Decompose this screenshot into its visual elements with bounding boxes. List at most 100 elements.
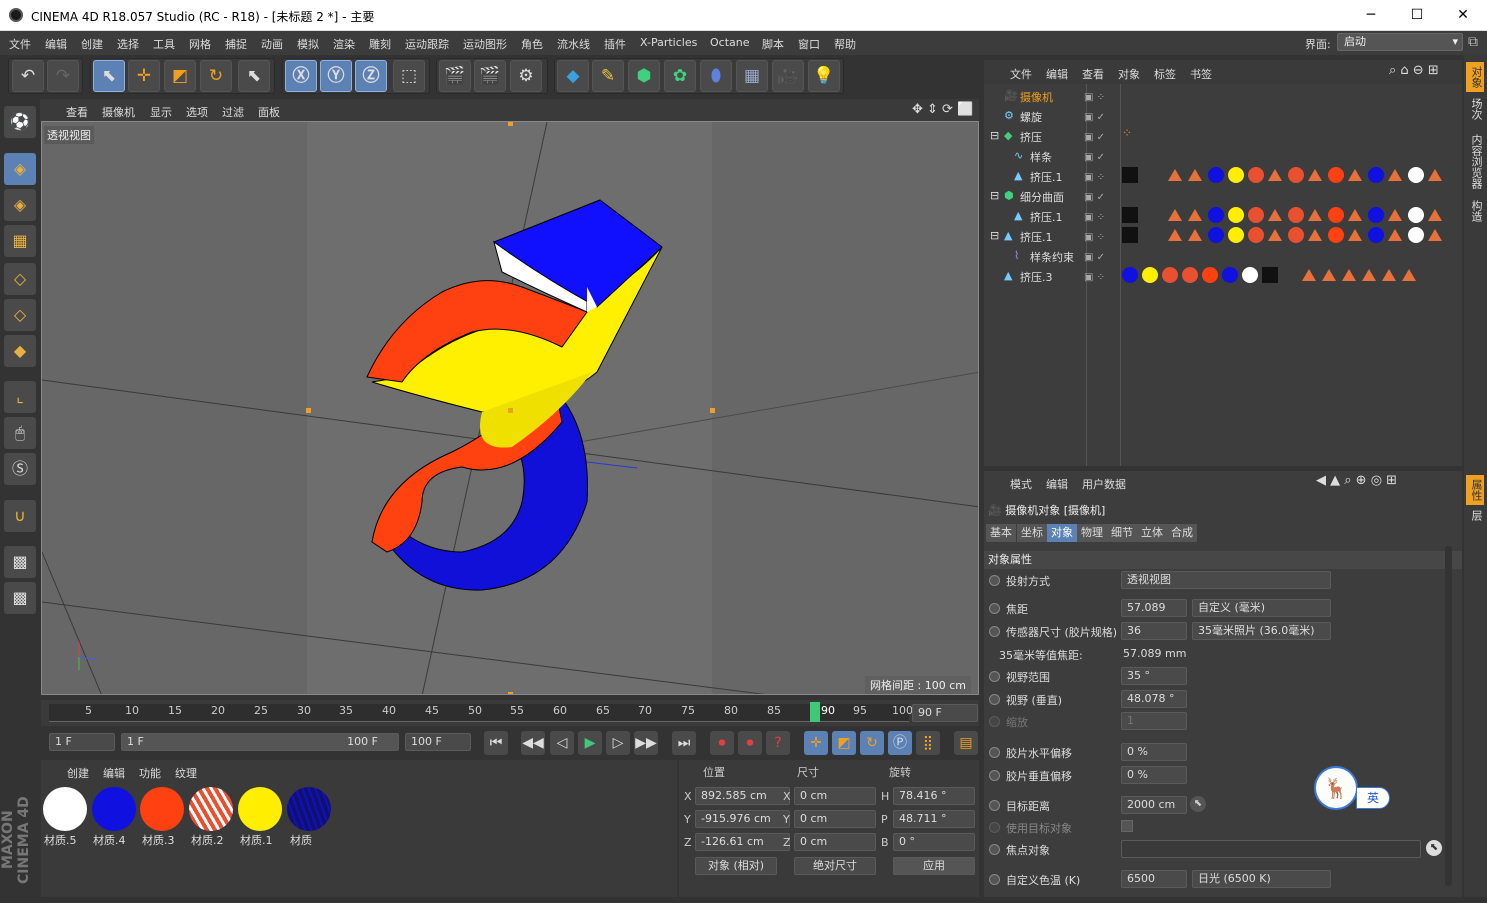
material-tag-icon[interactable] — [1122, 267, 1138, 283]
material-tag-icon[interactable] — [1208, 167, 1224, 183]
viewport-3d[interactable] — [41, 121, 979, 695]
side-tab-attributes[interactable]: 属性 — [1466, 475, 1484, 505]
z-axis-icon[interactable]: Ⓩ — [355, 60, 387, 92]
size-y-field[interactable]: 0 cm — [794, 810, 876, 828]
selection-tag-icon[interactable] — [1188, 209, 1202, 221]
key-rotation-icon[interactable]: ↻ — [860, 731, 884, 755]
side-tab-objects[interactable]: 对象 — [1466, 62, 1484, 92]
material-tag-icon[interactable] — [1328, 207, 1344, 223]
menu-pipeline[interactable]: 流水线 — [557, 36, 590, 52]
coordinate-system-icon[interactable]: ⬚ — [393, 60, 425, 92]
scale-icon[interactable]: ◩ — [164, 60, 196, 92]
ime-logo-icon[interactable]: 🦌 — [1314, 766, 1358, 810]
mat-menu-create[interactable]: 创建 — [67, 765, 89, 781]
selection-tag-icon[interactable] — [1188, 229, 1202, 241]
viewport-label[interactable]: 透视视图 — [44, 126, 94, 144]
end-frame-field[interactable]: 100 F — [405, 733, 471, 751]
rotation-p-field[interactable]: 48.711 ° — [893, 810, 975, 828]
material-tag-icon[interactable] — [1288, 227, 1304, 243]
vp-menu-camera[interactable]: 摄像机 — [102, 104, 135, 120]
material-tag-icon[interactable] — [1228, 227, 1244, 243]
tab-coord[interactable]: 坐标 — [1017, 524, 1047, 542]
film-offset-x-field[interactable]: 0 % — [1121, 743, 1187, 761]
points-mode-icon[interactable]: ◇ — [4, 263, 36, 295]
menu-plugins[interactable]: 插件 — [604, 36, 626, 52]
uvw-tag-icon[interactable] — [1262, 267, 1278, 283]
menu-sculpt[interactable]: 雕刻 — [369, 36, 391, 52]
side-tab-content-browser[interactable]: 内容浏览器 — [1466, 134, 1484, 189]
material-tags-row[interactable] — [1122, 167, 1442, 185]
side-tab-layers[interactable]: 层 — [1466, 510, 1484, 521]
fov-field[interactable]: 35 ° — [1121, 667, 1187, 685]
material-tag-icon[interactable] — [1328, 227, 1344, 243]
key-param-icon[interactable]: Ⓟ — [888, 731, 912, 755]
menu-simulate[interactable]: 模拟 — [297, 36, 319, 52]
material-tags-row[interactable] — [1122, 267, 1442, 285]
material-swatch[interactable] — [92, 787, 136, 831]
material-tag-icon[interactable] — [1142, 267, 1158, 283]
redo-icon[interactable]: ↷ — [47, 60, 79, 92]
uvw-tag-icon[interactable] — [1122, 167, 1138, 183]
axis-mode-icon[interactable]: ⌞ — [4, 381, 36, 413]
obj-menu-bookmarks[interactable]: 书签 — [1190, 66, 1212, 82]
current-frame-field[interactable]: 90 F — [912, 704, 978, 722]
side-tab-structure[interactable]: 构造 — [1466, 200, 1484, 222]
vp-menu-panel[interactable]: 面板 — [258, 104, 280, 120]
live-select-icon[interactable]: ⬉ — [93, 60, 125, 92]
visibility-dots[interactable]: ▣ ⁘ ▣ ✓ ▣ ✓ ▣ ✓ ▣ ⁘ ▣ ✓ ▣ ⁘ ▣ ⁘ ▣ ✓ ▣ ⁘ — [1084, 88, 1118, 288]
go-to-start-icon[interactable]: ⏮ — [484, 731, 508, 755]
selection-tag-icon[interactable] — [1388, 209, 1402, 221]
menu-file[interactable]: 文件 — [9, 36, 31, 52]
object-row[interactable]: ∿ 样条 — [986, 146, 1461, 166]
menu-character[interactable]: 角色 — [521, 36, 543, 52]
menu-motion-track[interactable]: 运动跟踪 — [405, 36, 449, 52]
object-mode-icon[interactable]: ◈ — [4, 153, 36, 185]
obj-search-icon[interactable]: ⌕ ⌂ ⊖ ⊞ — [1389, 63, 1439, 78]
vp-menu-view[interactable]: 查看 — [66, 104, 88, 120]
selection-tag-icon[interactable] — [1168, 209, 1182, 221]
material-tag-icon[interactable] — [1208, 227, 1224, 243]
selection-tag-icon[interactable] — [1348, 209, 1362, 221]
render-view-icon[interactable]: 🎬 — [439, 60, 471, 92]
anim-radio[interactable] — [989, 575, 1000, 586]
side-tab-takes[interactable]: 场次 — [1466, 98, 1484, 120]
anim-radio[interactable] — [989, 874, 1000, 885]
anim-radio[interactable] — [989, 603, 1000, 614]
attr-menu-mode[interactable]: 模式 — [1010, 476, 1032, 492]
timeline[interactable]: 5 10 15 20 25 30 35 40 45 50 55 60 65 70… — [41, 700, 979, 726]
key-pla-icon[interactable]: ⣿ — [916, 731, 940, 755]
material-tag-icon[interactable] — [1242, 267, 1258, 283]
keyframe-selection-icon[interactable]: ? — [766, 731, 790, 755]
obj-menu-view[interactable]: 查看 — [1082, 66, 1104, 82]
fov-vertical-field[interactable]: 48.078 ° — [1121, 690, 1187, 708]
anim-radio[interactable] — [989, 770, 1000, 781]
anim-radio[interactable] — [989, 844, 1000, 855]
menu-mograph[interactable]: 运动图形 — [463, 36, 507, 52]
menu-animate[interactable]: 动画 — [261, 36, 283, 52]
material-swatch[interactable] — [287, 787, 331, 831]
tab-physical[interactable]: 物理 — [1077, 524, 1107, 542]
cloner-icon[interactable]: ✿ — [664, 60, 696, 92]
workplane-lock-icon[interactable]: ▩ — [4, 546, 36, 578]
material-swatch[interactable] — [43, 787, 87, 831]
material-tag-icon[interactable] — [1162, 267, 1178, 283]
object-row[interactable]: ⌇ 样条约束 — [986, 246, 1461, 266]
menu-xparticles[interactable]: X-Particles — [640, 36, 697, 49]
object-row[interactable]: ⊟ ⬢ 细分曲面 — [986, 186, 1461, 206]
rotation-h-field[interactable]: 78.416 ° — [893, 787, 975, 805]
next-key-icon[interactable]: ▶▶ — [634, 731, 658, 755]
magnet-icon[interactable]: ∪ — [4, 500, 36, 532]
material-tag-icon[interactable] — [1288, 207, 1304, 223]
selection-tag-icon[interactable] — [1268, 209, 1282, 221]
camera-icon[interactable]: 🎥 — [772, 60, 804, 92]
material-tag-icon[interactable] — [1228, 207, 1244, 223]
obj-menu-objects[interactable]: 对象 — [1118, 66, 1140, 82]
polygons-mode-icon[interactable]: ◆ — [4, 335, 36, 367]
pick-distance-icon[interactable]: ⬉ — [1190, 796, 1206, 812]
y-axis-icon[interactable]: Ⓨ — [320, 60, 352, 92]
menu-create[interactable]: 创建 — [81, 36, 103, 52]
timeline-window-icon[interactable]: ▤ — [954, 731, 978, 755]
viewport-nav-icon[interactable]: ✥ ⇕ ⟳ ⬜ — [912, 102, 973, 117]
go-to-end-icon[interactable]: ⏭ — [672, 731, 696, 755]
cube-icon[interactable]: ◆ — [557, 60, 589, 92]
